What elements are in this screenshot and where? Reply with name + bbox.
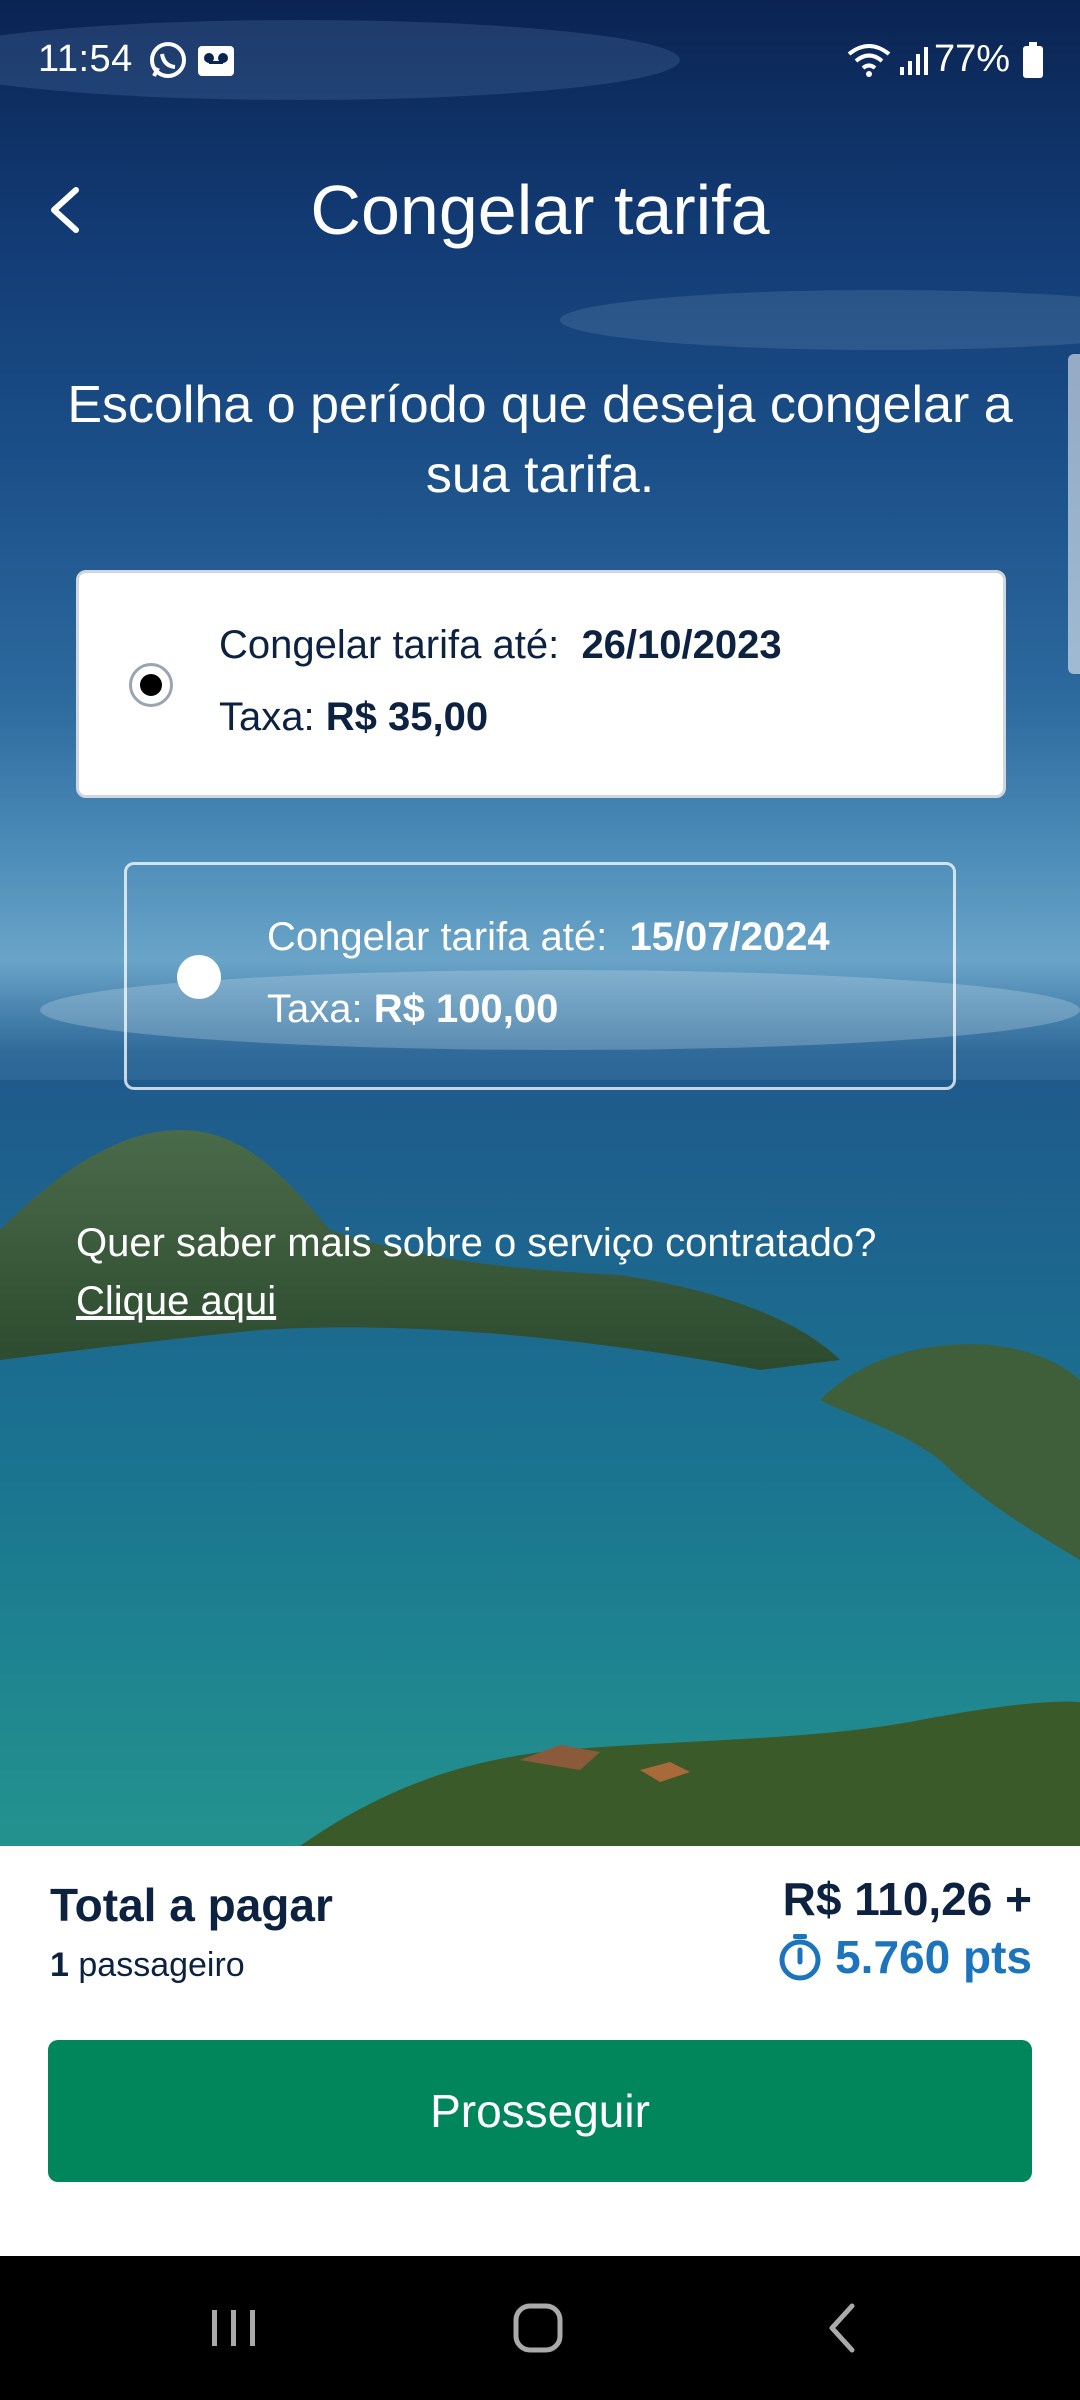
option-fee-line: Taxa: R$ 35,00	[219, 695, 488, 740]
radio-selected[interactable]	[129, 663, 173, 707]
passenger-number: 1	[50, 1946, 69, 1984]
system-nav-bar	[0, 2256, 1080, 2400]
fee-value: R$ 35,00	[325, 695, 489, 739]
page-title: Congelar tarifa	[310, 171, 770, 249]
scrollbar[interactable]	[1068, 354, 1080, 674]
option-date: 26/10/2023	[581, 623, 782, 667]
screen: 11:54 77% Congelar tarifa Escolha o perí…	[0, 0, 1080, 2400]
option-fee-line: Taxa: R$ 100,00	[267, 987, 558, 1032]
option-date-line: Congelar tarifa até: 15/07/2024	[267, 915, 830, 960]
fee-value: R$ 100,00	[373, 987, 559, 1031]
passenger-count: 1 passageiro	[50, 1946, 245, 1985]
checkout-panel: Total a pagar 1 passageiro R$ 110,26 + 5…	[0, 1846, 1080, 2256]
nav-back-icon	[829, 2303, 855, 2353]
battery-icon	[1022, 42, 1044, 88]
wifi-icon	[846, 42, 892, 88]
nav-back-button[interactable]	[782, 2286, 902, 2370]
total-points: 5.760 pts	[777, 1930, 1032, 1984]
option-date: 15/07/2024	[629, 915, 830, 959]
option-label: Congelar tarifa até:	[267, 915, 608, 959]
info-question: Quer saber mais sobre o serviço contrata…	[76, 1221, 877, 1265]
signal-icon	[898, 44, 930, 87]
freeze-option-2[interactable]: Congelar tarifa até: 15/07/2024 Taxa: R$…	[124, 862, 956, 1090]
whatsapp-icon	[148, 40, 188, 90]
learn-more-link[interactable]: Clique aqui	[76, 1272, 276, 1330]
option-date-line: Congelar tarifa até: 26/10/2023	[219, 623, 782, 668]
proceed-button[interactable]: Prosseguir	[48, 2040, 1032, 2182]
fee-label: Taxa:	[219, 695, 315, 739]
freeze-option-1[interactable]: Congelar tarifa até: 26/10/2023 Taxa: R$…	[76, 570, 1006, 798]
status-time: 11:54	[38, 38, 133, 80]
points-value: 5.760 pts	[835, 1931, 1032, 1983]
timer-icon	[779, 1934, 821, 1981]
info-section: Quer saber mais sobre o serviço contrata…	[76, 1214, 876, 1330]
option-label: Congelar tarifa até:	[219, 623, 560, 667]
total-label: Total a pagar	[50, 1879, 333, 1931]
home-icon	[513, 2303, 563, 2353]
home-button[interactable]	[478, 2286, 598, 2370]
fee-label: Taxa:	[267, 987, 363, 1031]
instruction-text: Escolha o período que deseja congelar a …	[67, 376, 1013, 504]
battery-percent: 77%	[933, 38, 1010, 80]
recents-button[interactable]	[174, 2286, 294, 2370]
recents-icon	[212, 2310, 255, 2346]
total-price: R$ 110,26 +	[782, 1873, 1032, 1925]
voicemail-icon	[196, 40, 236, 90]
passenger-label: passageiro	[78, 1946, 245, 1984]
status-bar: 11:54 77%	[0, 0, 1080, 120]
radio-unselected[interactable]	[177, 955, 221, 999]
